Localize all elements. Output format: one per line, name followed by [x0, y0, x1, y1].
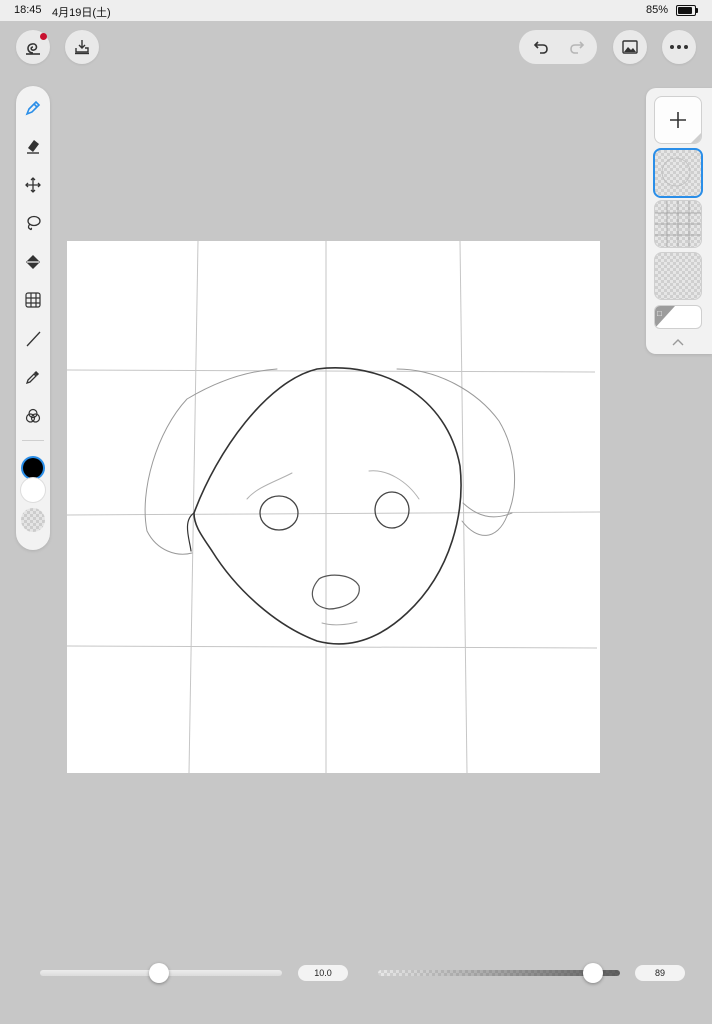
opacity-slider-knob[interactable]: [583, 963, 604, 983]
battery-icon: [676, 5, 698, 16]
tool-eraser[interactable]: [21, 134, 45, 158]
chevron-up-icon: [672, 339, 684, 346]
tool-fill[interactable]: [21, 250, 45, 274]
status-date: 4月19日(土): [52, 7, 111, 19]
collapse-layers-button[interactable]: [671, 334, 685, 346]
move-icon: [25, 177, 41, 193]
more-icon: [670, 45, 688, 49]
tool-color-wheel[interactable]: [21, 404, 45, 428]
filter-icon: [25, 292, 41, 308]
pen-icon: [25, 100, 41, 116]
status-bar: 18:45 4月19日(土) 85%: [0, 0, 712, 21]
export-button[interactable]: [65, 30, 99, 64]
tool-lasso[interactable]: [21, 211, 45, 235]
notification-dot: [40, 33, 47, 40]
tool-pen[interactable]: [21, 96, 45, 120]
drawing-canvas[interactable]: [67, 241, 600, 773]
secondary-color-swatch[interactable]: [21, 478, 45, 502]
tool-eyedropper[interactable]: [21, 365, 45, 389]
transparent-color-swatch[interactable]: [21, 508, 45, 532]
plus-icon: [670, 112, 686, 128]
sketch-preview: [661, 157, 691, 187]
undo-button[interactable]: [521, 30, 560, 64]
color-wheel-icon: [25, 408, 41, 423]
lasso-icon: [27, 215, 41, 231]
battery-fill: [678, 7, 692, 14]
layer-thumbnail-sketch[interactable]: [653, 148, 703, 198]
undo-redo-group: [519, 30, 597, 64]
export-icon: [75, 40, 89, 55]
artwork: [67, 241, 600, 773]
paper-layer[interactable]: □: [654, 305, 702, 329]
opacity-value[interactable]: 89: [635, 965, 685, 981]
add-layer-button[interactable]: [654, 96, 702, 144]
tool-move[interactable]: [21, 173, 45, 197]
eraser-icon: [27, 140, 39, 154]
dog-sketch: [144, 367, 515, 645]
grid-preview: [655, 201, 701, 247]
status-time: 18:45: [14, 4, 42, 16]
more-button[interactable]: [662, 30, 696, 64]
fill-icon: [26, 255, 40, 269]
ruler-icon: [26, 331, 41, 347]
redo-icon: [569, 41, 584, 54]
primary-color-fill: [23, 458, 43, 478]
primary-color-swatch[interactable]: [21, 456, 45, 480]
brush-size-slider-knob[interactable]: [148, 963, 169, 983]
redo-button[interactable]: [557, 30, 596, 64]
gallery-icon: [622, 40, 638, 54]
gallery-button[interactable]: [613, 30, 647, 64]
guide-grid: [67, 241, 600, 773]
tool-filter[interactable]: [21, 288, 45, 312]
svg-text:□: □: [657, 309, 662, 318]
tool-palette: [16, 86, 50, 550]
eyedropper-icon: [25, 370, 40, 385]
brush-size-value[interactable]: 10.0: [298, 965, 348, 981]
app-menu-button[interactable]: [16, 30, 50, 64]
layer-thumbnail-grid[interactable]: [654, 200, 702, 248]
battery-percent: 85%: [645, 4, 668, 16]
layer-thumbnail-empty[interactable]: [654, 252, 702, 300]
paper-preview: □: [655, 306, 675, 328]
toolbar-separator: [22, 440, 44, 441]
layers-panel: □: [646, 88, 712, 354]
undo-icon: [533, 41, 548, 54]
tool-ruler[interactable]: [21, 327, 45, 351]
